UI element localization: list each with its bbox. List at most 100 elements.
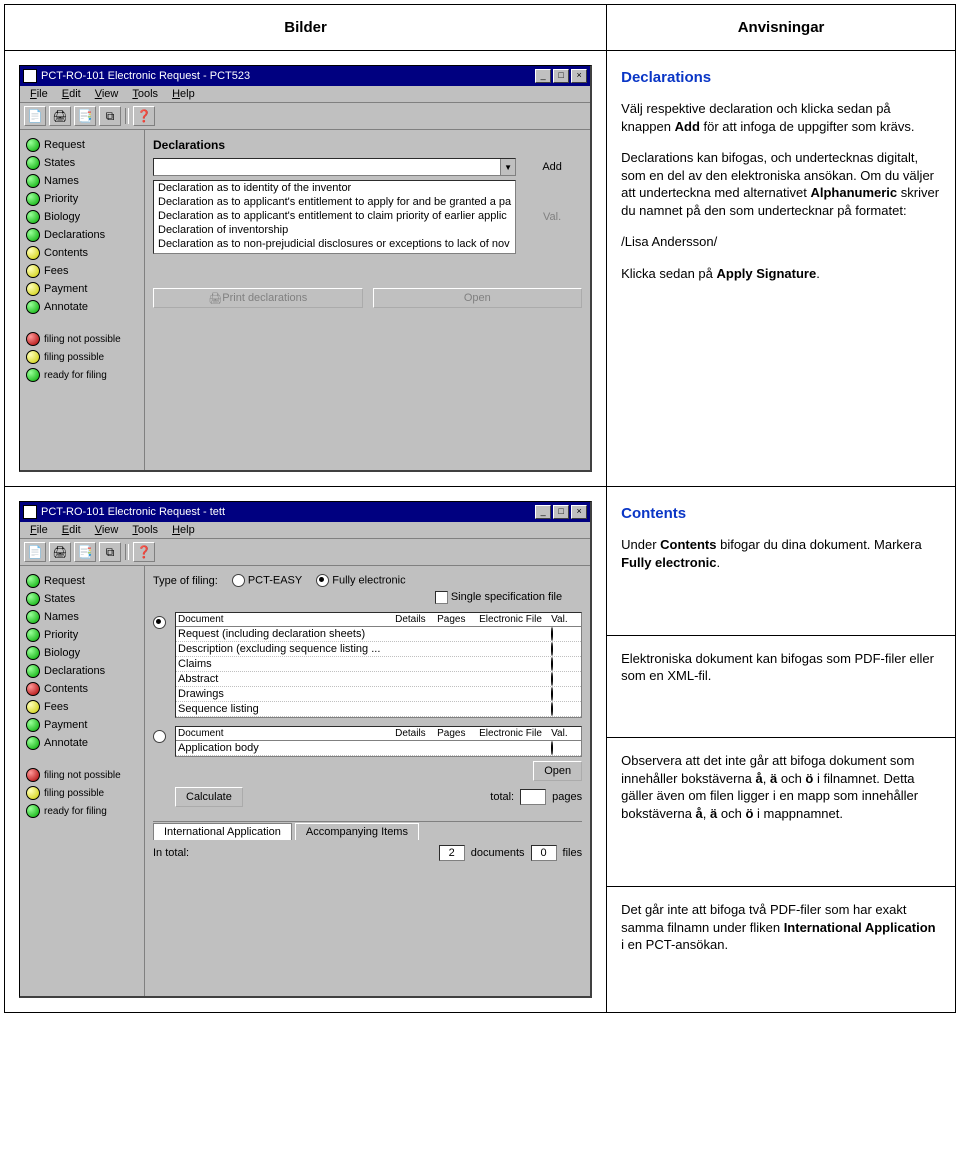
instr-contents-block1: Contents Under Contents bifogar du dina … (607, 487, 956, 636)
menu-file[interactable]: File (24, 523, 54, 537)
menu-help[interactable]: Help (166, 523, 201, 537)
titlebar[interactable]: PCT-RO-101 Electronic Request - tett _ □… (20, 502, 590, 522)
sidebar-item-payment[interactable]: Payment (22, 716, 142, 734)
tab-accompanying-items[interactable]: Accompanying Items (295, 823, 419, 840)
status-dot-red (551, 741, 553, 755)
titlebar[interactable]: PCT-RO-101 Electronic Request - PCT523 _… (20, 66, 590, 86)
instr-paragraph: Klicka sedan på Apply Signature. (621, 265, 941, 283)
sidebar: Request States Names Priority Biology De… (20, 566, 145, 996)
sidebar-item-annotate[interactable]: Annotate (22, 298, 142, 316)
list-item[interactable]: Declaration as to applicant's entitlemen… (154, 209, 515, 223)
radio-group-2[interactable] (153, 730, 166, 743)
status-dot-yellow (26, 350, 40, 364)
status-dot-green (26, 718, 40, 732)
sidebar-item-contents[interactable]: Contents (22, 244, 142, 262)
list-item[interactable]: Declaration as to applicant's entitlemen… (154, 195, 515, 209)
open-button[interactable]: Open (373, 288, 583, 308)
chevron-down-icon[interactable]: ▼ (500, 159, 515, 175)
radio-fully-electronic[interactable]: Fully electronic (316, 574, 405, 587)
sidebar-item-annotate[interactable]: Annotate (22, 734, 142, 752)
status-dot-red (551, 657, 553, 671)
status-dot-yellow (26, 282, 40, 296)
sidebar-item-declarations[interactable]: Declarations (22, 226, 142, 244)
page-grid: Bilder Anvisningar PCT-RO-101 Electronic… (4, 4, 956, 1013)
checkbox-single-spec[interactable]: Single specification file (435, 591, 562, 603)
maximize-button[interactable]: □ (553, 505, 569, 519)
instr-contents-block3: Observera att det inte går att bifoga do… (607, 738, 956, 887)
open-icon[interactable]: 🖨 (49, 106, 71, 126)
menu-tools[interactable]: Tools (126, 87, 164, 101)
minimize-button[interactable]: _ (535, 505, 551, 519)
list-item[interactable]: Declaration of inventorship (154, 223, 515, 237)
table-row[interactable]: Abstract (176, 672, 581, 687)
menu-edit[interactable]: Edit (56, 523, 87, 537)
total-pages-field (520, 789, 546, 805)
add-button[interactable]: Add (522, 159, 582, 175)
sidebar-item-request[interactable]: Request (22, 136, 142, 154)
list-item[interactable]: Declaration as to identity of the invent… (154, 181, 515, 195)
sidebar-item-states[interactable]: States (22, 590, 142, 608)
table-row[interactable]: Application body (176, 741, 581, 756)
print-icon[interactable]: 📑 (74, 542, 96, 562)
status-dot-green (551, 627, 553, 641)
table-header: Document Details Pages Electronic File V… (176, 727, 581, 741)
sidebar-item-states[interactable]: States (22, 154, 142, 172)
calculate-button[interactable]: Calculate (175, 787, 243, 807)
maximize-button[interactable]: □ (553, 69, 569, 83)
filing-type-row: Type of filing: PCT-EASY Fully electroni… (153, 574, 582, 587)
sidebar-item-contents[interactable]: Contents (22, 680, 142, 698)
minimize-button[interactable]: _ (535, 69, 551, 83)
sidebar-item-declarations[interactable]: Declarations (22, 662, 142, 680)
instr-contents-block4: Det går inte att bifoga två PDF-filer so… (607, 887, 956, 1013)
radio-group-1[interactable] (153, 616, 166, 629)
status-dot-green (26, 210, 40, 224)
menu-file[interactable]: File (24, 87, 54, 101)
close-button[interactable]: × (571, 505, 587, 519)
menu-view[interactable]: View (89, 523, 125, 537)
sidebar-item-fees[interactable]: Fees (22, 698, 142, 716)
table-row[interactable]: Drawings (176, 687, 581, 702)
table-row[interactable]: Request (including declaration sheets) (176, 627, 581, 642)
status-dot-red (26, 682, 40, 696)
list-item[interactable]: Declaration as to non-prejudicial disclo… (154, 237, 515, 251)
declaration-select[interactable]: ▼ (153, 158, 516, 176)
status-dot-green (26, 736, 40, 750)
open-button[interactable]: Open (533, 761, 582, 781)
help-icon[interactable]: ❓ (133, 106, 155, 126)
radio-pcteasy[interactable]: PCT-EASY (232, 574, 302, 587)
new-icon[interactable]: 📄 (24, 106, 46, 126)
help-icon[interactable]: ❓ (133, 542, 155, 562)
menu-edit[interactable]: Edit (56, 87, 87, 101)
sidebar-item-request[interactable]: Request (22, 572, 142, 590)
menu-view[interactable]: View (89, 87, 125, 101)
sidebar-item-priority[interactable]: Priority (22, 190, 142, 208)
declarations-list[interactable]: Declaration as to identity of the invent… (153, 180, 516, 254)
contents-pane: Type of filing: PCT-EASY Fully electroni… (145, 566, 590, 996)
table-row[interactable]: Sequence listing (176, 702, 581, 717)
print-declarations-button[interactable]: 🖨 Print declarations (153, 288, 363, 308)
table-row[interactable]: Claims (176, 657, 581, 672)
sidebar-item-payment[interactable]: Payment (22, 280, 142, 298)
table-row[interactable]: Description (excluding sequence listing … (176, 642, 581, 657)
app-icon (23, 69, 37, 83)
val-button[interactable]: Val. (522, 209, 582, 225)
section-title-contents: Contents (621, 505, 941, 522)
sidebar-item-biology[interactable]: Biology (22, 644, 142, 662)
sidebar-item-names[interactable]: Names (22, 608, 142, 626)
new-icon[interactable]: 📄 (24, 542, 46, 562)
close-button[interactable]: × (571, 69, 587, 83)
sidebar-item-biology[interactable]: Biology (22, 208, 142, 226)
print-icon[interactable]: 📑 (74, 106, 96, 126)
menu-help[interactable]: Help (166, 87, 201, 101)
tab-international-application[interactable]: International Application (153, 823, 292, 840)
sidebar-item-priority[interactable]: Priority (22, 626, 142, 644)
status-dot-red (26, 768, 40, 782)
legend-possible: filing possible (22, 348, 142, 366)
sidebar-item-fees[interactable]: Fees (22, 262, 142, 280)
duplicate-icon[interactable]: ⧉ (99, 542, 121, 562)
sidebar-item-names[interactable]: Names (22, 172, 142, 190)
menu-tools[interactable]: Tools (126, 523, 164, 537)
open-icon[interactable]: 🖨 (49, 542, 71, 562)
status-dot-green (26, 156, 40, 170)
duplicate-icon[interactable]: ⧉ (99, 106, 121, 126)
